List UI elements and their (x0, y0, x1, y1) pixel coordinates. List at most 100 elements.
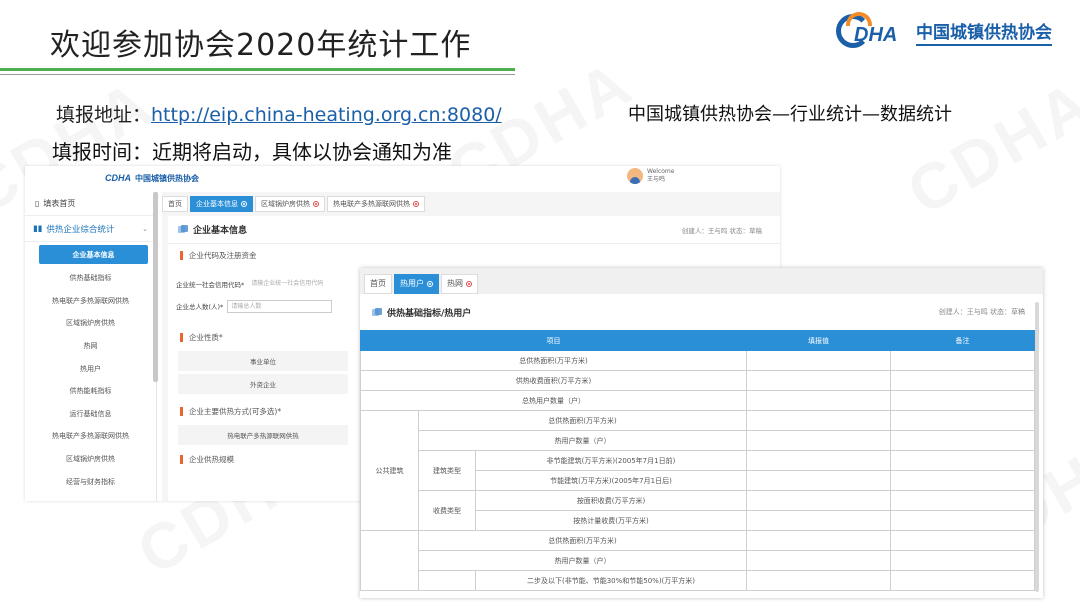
tab-heat-network[interactable]: 热网 (441, 274, 478, 294)
value-cell[interactable] (746, 490, 891, 511)
close-icon[interactable] (313, 201, 319, 207)
value-cell[interactable] (746, 430, 891, 451)
username: 王与鸣 (647, 176, 666, 183)
table-row: 总供热面积(万平方米) (360, 350, 1035, 371)
tab-basic-info[interactable]: 企业基本信息 (190, 196, 253, 212)
sidebar-item[interactable]: 热电联产多热源联网供热 (25, 425, 156, 448)
panel-title: 供热基础指标/热用户 (387, 308, 472, 319)
tab-home[interactable]: 首页 (162, 196, 188, 212)
sidebar-item[interactable]: 供热基础指标 (25, 267, 156, 290)
value-cell[interactable] (746, 570, 891, 591)
sidebar-item[interactable]: 运行基础信息 (25, 403, 156, 426)
panel-header: 供热基础指标/热用户 创建人：王与鸣 状态：草稿 (360, 298, 1043, 326)
panel-meta: 创建人：王与鸣 状态：草稿 (938, 308, 1025, 316)
row-subgroup-label: 收费类型 (418, 490, 476, 531)
cdha-logo-icon: DHA (836, 12, 908, 52)
doc-icon: ▯ (35, 199, 40, 208)
welcome-label: Welcome (647, 168, 675, 175)
value-cell[interactable] (746, 510, 891, 531)
sidebar-item[interactable]: 热网 (25, 335, 156, 358)
row-group-label (360, 530, 419, 591)
table-row: 二步及以下(非节能、节能30%和节能50%)(万平方米) (361, 570, 1035, 591)
tab-home[interactable]: 首页 (364, 274, 392, 294)
table-row: 热用户数量（户） (361, 550, 1035, 571)
panel-title: 企业基本信息 (193, 226, 248, 236)
close-icon[interactable] (427, 281, 433, 287)
sidebar-item[interactable]: 供热能耗指标 (25, 380, 156, 403)
brand-header: DHA 中国城镇供热协会 (836, 12, 1052, 52)
remark-cell[interactable] (890, 490, 1035, 511)
heat-users-table: 项目 填报值 备注 总供热面积(万平方米) 供热收费面积(万平方米) 总热用户数… (360, 330, 1035, 591)
app-header: CDHA 中国城镇供热协会 Welcome 王与鸣 (25, 166, 780, 192)
sidebar-item-basic-info[interactable]: 企业基本信息 (39, 245, 148, 264)
section-header: 企业代码及注册资金 (168, 244, 780, 266)
close-icon[interactable] (466, 281, 472, 287)
time-text: 近期将启动，具体以协会通知为准 (152, 140, 452, 164)
user-info[interactable]: Welcome 王与鸣 (627, 168, 674, 184)
table-row: 供热收费面积(万平方米) (360, 370, 1035, 391)
close-icon[interactable] (413, 201, 419, 207)
user-avatar-icon (627, 168, 643, 184)
sidebar-group-stats[interactable]: ▮▮ 供热企业综合统计 ⌄ (25, 216, 156, 242)
remark-cell[interactable] (890, 510, 1035, 531)
sidebar-scrollbar[interactable] (153, 192, 158, 382)
sidebar-item[interactable]: 区域锅炉房供热 (25, 448, 156, 471)
remark-cell[interactable] (890, 430, 1035, 451)
headcount-input[interactable]: 请输总人数 (227, 299, 333, 313)
value-cell[interactable] (746, 390, 891, 411)
sidebar-home[interactable]: ▯ 填表首页 (25, 192, 156, 216)
column-header: 项目 (360, 330, 747, 351)
mode-option[interactable]: 热电联产多热源联网供热 (178, 425, 348, 445)
title-divider-thin (0, 74, 515, 75)
path-caption: 中国城镇供热协会—行业统计—数据统计 (628, 104, 952, 125)
scrollbar[interactable] (1035, 302, 1039, 592)
app-logo: CDHA 中国城镇供热协会 (105, 173, 199, 183)
address-line: 填报地址：http://eip.china-heating.org.cn:808… (56, 100, 502, 127)
watermark: CDHA (895, 65, 1080, 229)
value-cell[interactable] (746, 350, 891, 371)
remark-cell[interactable] (890, 570, 1035, 591)
remark-cell[interactable] (890, 350, 1035, 371)
remark-cell[interactable] (890, 450, 1035, 471)
table-row: 公共建筑 总供热面积(万平方米) (360, 410, 1035, 531)
value-cell[interactable] (746, 550, 891, 571)
nature-option[interactable]: 事业单位 (178, 351, 348, 371)
nature-option[interactable]: 外资企业 (178, 374, 348, 394)
time-label: 填报时间： (52, 140, 152, 164)
docs-icon (178, 225, 188, 234)
logo-text: DHA (854, 24, 898, 46)
value-cell[interactable] (746, 450, 891, 471)
remark-cell[interactable] (890, 370, 1035, 391)
sidebar-item[interactable]: 热用户 (25, 357, 156, 380)
table-row: 总热用户数量（户） (360, 390, 1035, 411)
remark-cell[interactable] (890, 410, 1035, 431)
close-icon[interactable] (241, 201, 247, 207)
row-subgroup-label: 建筑类型 (418, 450, 476, 491)
table-row: 总供热面积(万平方米) (360, 530, 1035, 591)
tab-heat-users[interactable]: 热用户 (394, 274, 439, 294)
remark-cell[interactable] (890, 390, 1035, 411)
value-cell[interactable] (746, 470, 891, 491)
address-link[interactable]: http://eip.china-heating.org.cn:8080/ (151, 104, 502, 126)
docs-icon (372, 307, 382, 317)
value-cell[interactable] (746, 530, 891, 551)
field-label: 企业总人数(人)* (176, 303, 224, 311)
time-line: 填报时间：近期将启动，具体以协会通知为准 (52, 136, 452, 165)
tab-bar: 首页 企业基本信息 区域锅炉房供热 热电联产多热源联网供热 (162, 196, 425, 212)
remark-cell[interactable] (890, 550, 1035, 571)
value-cell[interactable] (746, 410, 891, 431)
sidebar-item[interactable]: 热电联产多热源联网供热 (25, 290, 156, 313)
remark-cell[interactable] (890, 530, 1035, 551)
value-cell[interactable] (746, 370, 891, 391)
org-name: 中国城镇供热协会 (916, 18, 1052, 46)
slide-title: 欢迎参加协会2020年统计工作 (50, 28, 472, 63)
sidebar-item[interactable]: 经营与财务指标 (25, 470, 156, 493)
credit-code-input[interactable]: 请输企业统一社会信用代码 (248, 277, 354, 291)
title-divider (0, 68, 515, 71)
table-row: 建筑类型 非节能建筑(万平方米)(2005年7月1日前) (361, 450, 1035, 491)
remark-cell[interactable] (890, 470, 1035, 491)
tab-boiler[interactable]: 区域锅炉房供热 (255, 196, 325, 212)
sidebar-item[interactable]: 区域锅炉房供热 (25, 312, 156, 335)
tab-chp[interactable]: 热电联产多热源联网供热 (327, 196, 425, 212)
chevron-down-icon: ⌄ (142, 224, 148, 233)
